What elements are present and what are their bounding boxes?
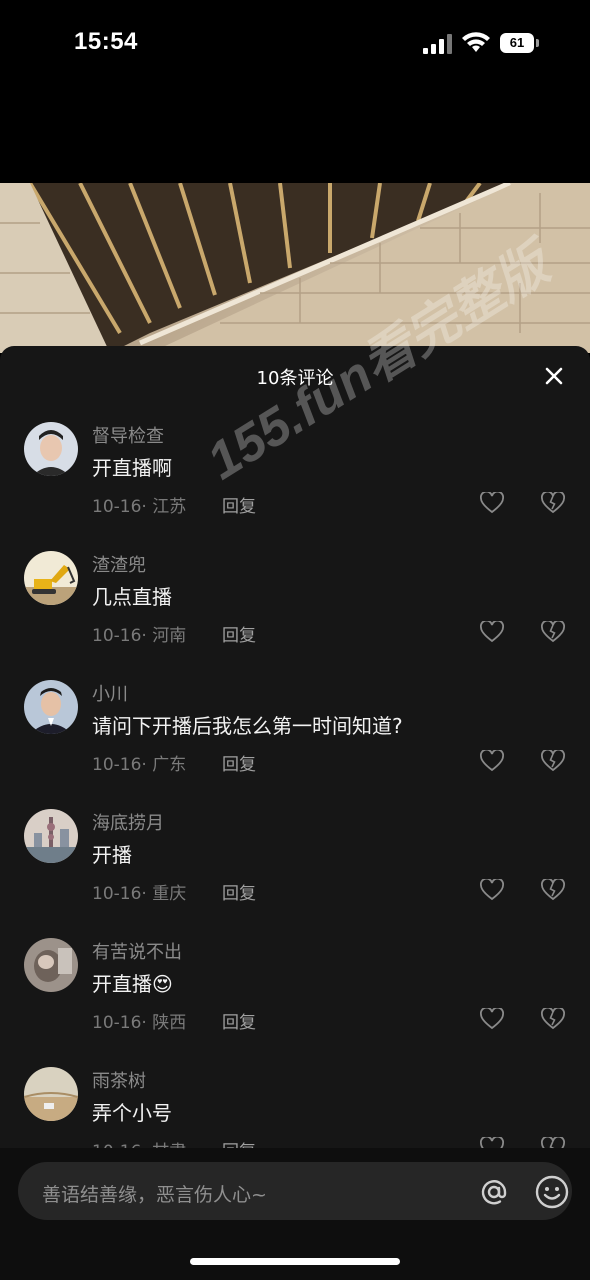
heart-icon[interactable] <box>480 750 504 772</box>
wifi-icon <box>462 32 490 52</box>
comment-text: 弄个小号 <box>92 1101 172 1125</box>
comment-text: 请问下开播后我怎么第一时间知道? <box>92 714 403 738</box>
comment-date-location: 10-16· 江苏 <box>92 497 187 517</box>
reply-button[interactable]: 回复 <box>222 492 256 517</box>
comment-date-location: 10-16· 广东 <box>92 755 187 775</box>
avatar[interactable] <box>24 809 78 863</box>
comment-date-location: 10-16· 重庆 <box>92 884 187 904</box>
broken-heart-icon[interactable] <box>541 492 565 514</box>
close-icon[interactable] <box>540 362 568 390</box>
reply-button[interactable]: 回复 <box>222 621 256 646</box>
comment-item: 海底捞月 开播 10-16· 重庆 回复 <box>0 809 590 938</box>
status-bar: 15:54 61 <box>0 0 590 90</box>
comment-item: 渣渣兜 几点直播 10-16· 河南 回复 <box>0 551 590 680</box>
comment-text: 开直播😍 <box>92 968 173 997</box>
battery-tip <box>536 39 539 47</box>
avatar[interactable] <box>24 422 78 476</box>
status-time: 15:54 <box>74 28 138 55</box>
heart-eyes-emoji: 😍 <box>152 972 173 996</box>
heart-icon[interactable] <box>480 621 504 643</box>
comment-text-content: 开直播 <box>92 972 152 996</box>
comment-text: 开直播啊 <box>92 456 172 480</box>
reply-button[interactable]: 回复 <box>222 750 256 775</box>
at-icon[interactable] <box>476 1174 512 1210</box>
comment-username[interactable]: 有苦说不出 <box>92 938 182 964</box>
comments-header: 10条评论 <box>0 346 590 406</box>
comment-input-bar: 善语结善缘，恶言伤人心~ <box>0 1148 590 1280</box>
comment-username[interactable]: 雨茶树 <box>92 1067 146 1093</box>
signal-icon <box>423 34 452 54</box>
avatar[interactable] <box>24 1067 78 1121</box>
comment-username[interactable]: 小川 <box>92 680 128 706</box>
video-background[interactable] <box>0 183 590 353</box>
comment-username[interactable]: 渣渣兜 <box>92 551 146 577</box>
heart-icon[interactable] <box>480 1008 504 1030</box>
comment-input-placeholder: 善语结善缘，恶言伤人心~ <box>42 1184 267 1206</box>
home-indicator[interactable] <box>190 1258 400 1265</box>
comment-date-location: 10-16· 陕西 <box>92 1013 187 1033</box>
comments-count-title: 10条评论 <box>256 368 334 389</box>
comment-item: 督导检查 开直播啊 10-16· 江苏 回复 <box>0 422 590 551</box>
avatar[interactable] <box>24 938 78 992</box>
battery-indicator: 61 <box>500 33 540 53</box>
heart-icon[interactable] <box>480 492 504 514</box>
comment-username[interactable]: 督导检查 <box>92 422 164 448</box>
video-frame-image <box>0 183 590 353</box>
comment-input[interactable]: 善语结善缘，恶言伤人心~ <box>18 1162 572 1220</box>
battery-level: 61 <box>500 33 534 53</box>
reply-button[interactable]: 回复 <box>222 879 256 904</box>
comment-item: 小川 请问下开播后我怎么第一时间知道? 10-16· 广东 回复 <box>0 680 590 809</box>
comment-text: 开播 <box>92 843 132 867</box>
smiley-icon[interactable] <box>534 1174 570 1210</box>
broken-heart-icon[interactable] <box>541 621 565 643</box>
comment-username[interactable]: 海底捞月 <box>92 809 164 835</box>
avatar[interactable] <box>24 680 78 734</box>
avatar[interactable] <box>24 551 78 605</box>
broken-heart-icon[interactable] <box>541 750 565 772</box>
comment-item: 有苦说不出 开直播😍 10-16· 陕西 回复 <box>0 938 590 1067</box>
broken-heart-icon[interactable] <box>541 1008 565 1030</box>
comments-sheet: 10条评论 督导检查 开直播啊 10-16· 江苏 回复 渣渣兜 几点直播 10… <box>0 346 590 1280</box>
comment-date-location: 10-16· 河南 <box>92 626 187 646</box>
reply-button[interactable]: 回复 <box>222 1008 256 1033</box>
broken-heart-icon[interactable] <box>541 879 565 901</box>
heart-icon[interactable] <box>480 879 504 901</box>
comment-text: 几点直播 <box>92 585 172 609</box>
